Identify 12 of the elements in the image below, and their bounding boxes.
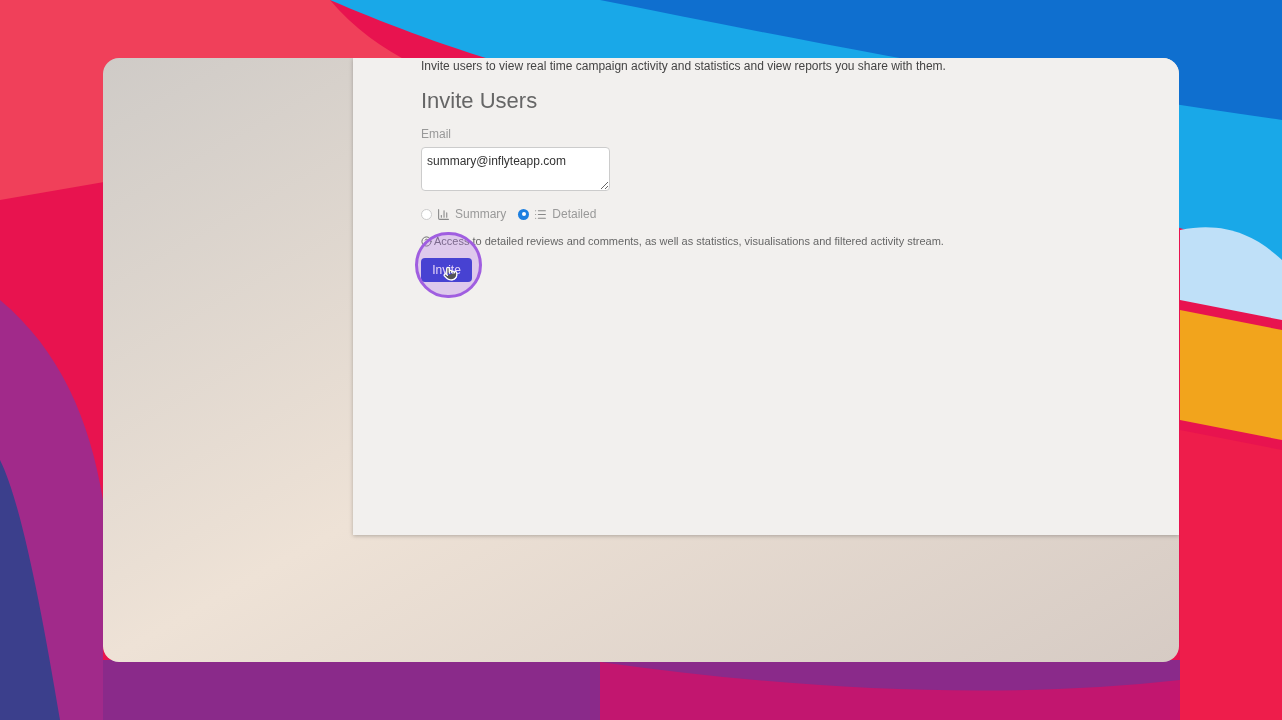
list-icon	[534, 207, 548, 221]
intro-text: Invite users to view real time campaign activity and statistics and view reports you share with them.	[421, 59, 947, 73]
email-label: Email	[421, 126, 451, 143]
radio-label: Summary	[455, 206, 507, 223]
bar-chart-icon	[437, 207, 450, 221]
radio-label: Detailed	[552, 206, 597, 223]
radio-button[interactable]	[421, 208, 432, 220]
radio-button[interactable]	[518, 208, 530, 220]
section-heading: Invite Users	[421, 87, 539, 115]
email-field[interactable]: summary@inflyteapp.com	[421, 147, 610, 191]
help-icon	[421, 235, 432, 247]
help-text: Access to detailed reviews and comments, as well as statistics, visualisations and filtered activity stream.	[434, 234, 944, 249]
